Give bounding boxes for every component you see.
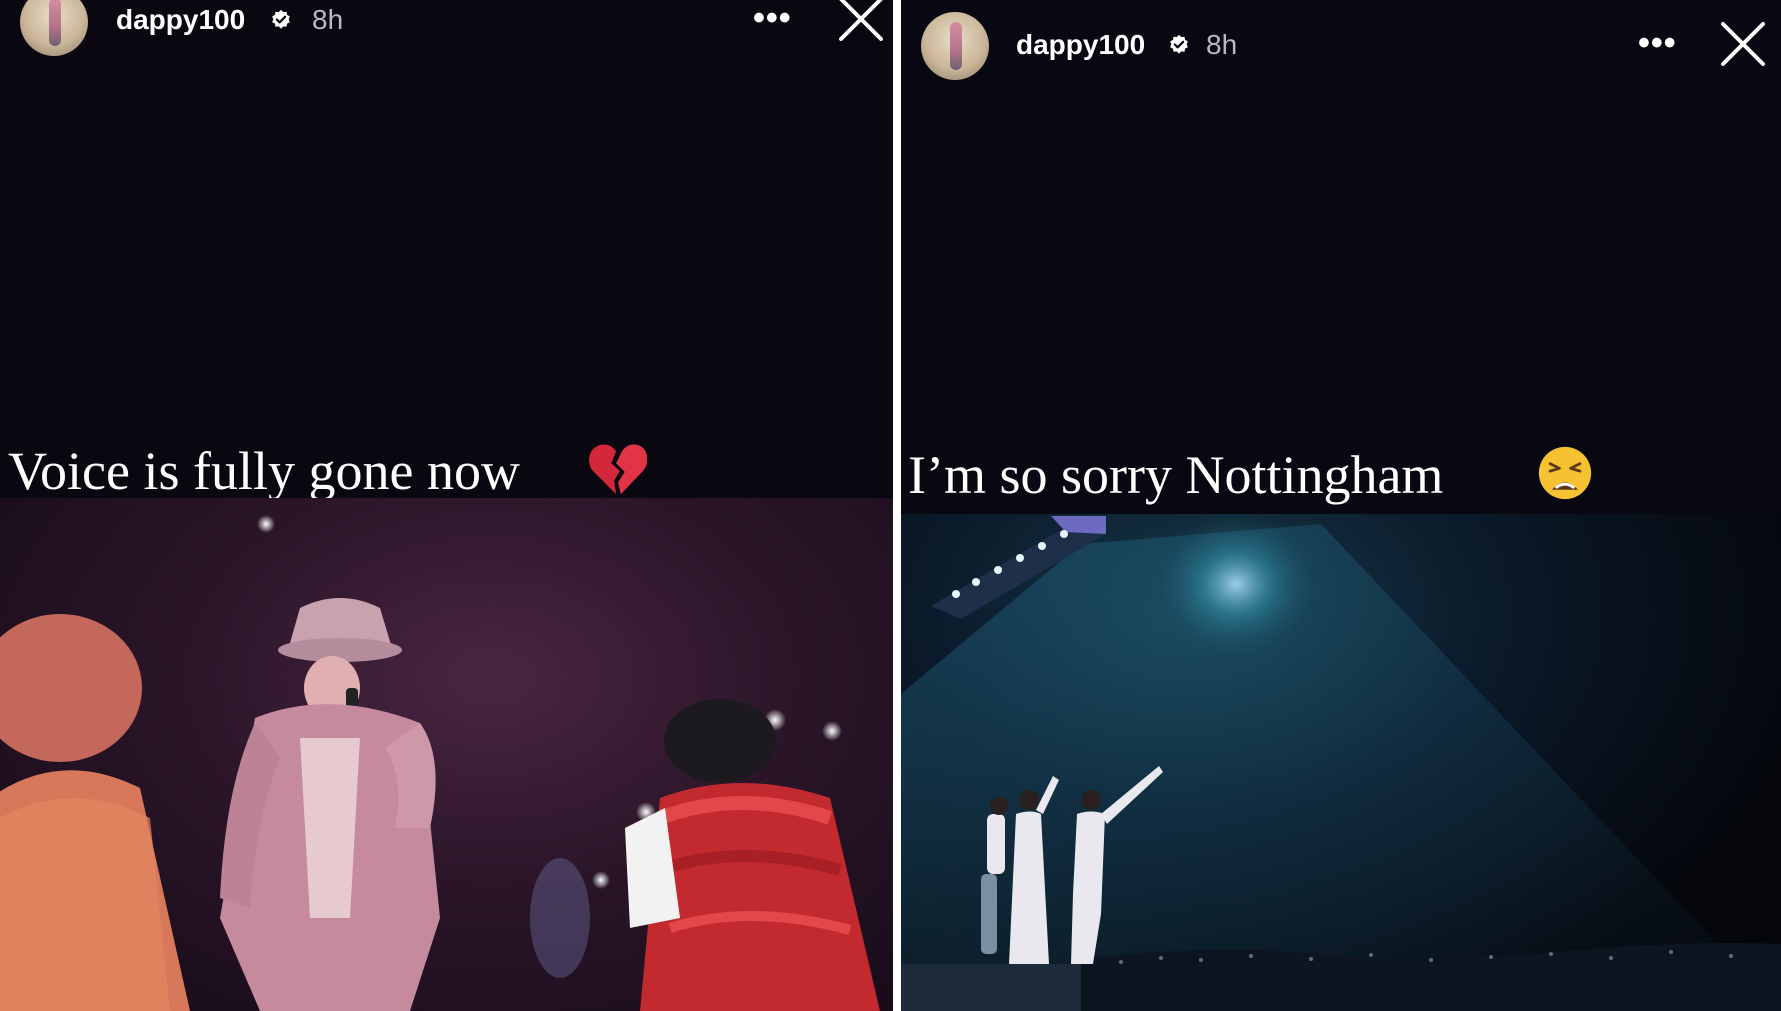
close-icon[interactable] bbox=[1720, 21, 1766, 67]
verified-badge-icon bbox=[272, 9, 290, 29]
arena-photo bbox=[901, 514, 1781, 1011]
verified-badge-icon bbox=[1170, 34, 1188, 54]
username[interactable]: dappy100 bbox=[1016, 29, 1145, 61]
close-icon[interactable] bbox=[838, 0, 884, 42]
panel-divider bbox=[893, 0, 901, 1011]
avatar[interactable] bbox=[921, 12, 989, 80]
story-header: dappy100 8h ••• bbox=[901, 0, 1781, 80]
stage-scene bbox=[0, 515, 880, 1011]
weary-face-emoji bbox=[1538, 446, 1592, 500]
broken-heart-emoji bbox=[589, 444, 647, 495]
story-caption: Voice is fully gone now bbox=[8, 441, 520, 501]
story-panel-right: dappy100 8h ••• I’m so sorry Nottingham bbox=[901, 0, 1781, 1011]
story-header: dappy100 8h ••• bbox=[0, 0, 893, 70]
post-time: 8h bbox=[312, 4, 344, 35]
username[interactable]: dappy100 bbox=[116, 4, 245, 36]
avatar[interactable] bbox=[20, 0, 88, 56]
story-caption: I’m so sorry Nottingham bbox=[908, 445, 1444, 505]
story-panel-left: dappy100 8h ••• Voice is fully gone now bbox=[0, 0, 893, 1011]
post-time: 8h bbox=[1206, 29, 1238, 60]
arena-scene bbox=[901, 514, 1781, 1011]
concert-photo bbox=[0, 498, 893, 1011]
more-options-button[interactable]: ••• bbox=[1638, 24, 1677, 63]
more-options-button[interactable]: ••• bbox=[753, 0, 792, 38]
